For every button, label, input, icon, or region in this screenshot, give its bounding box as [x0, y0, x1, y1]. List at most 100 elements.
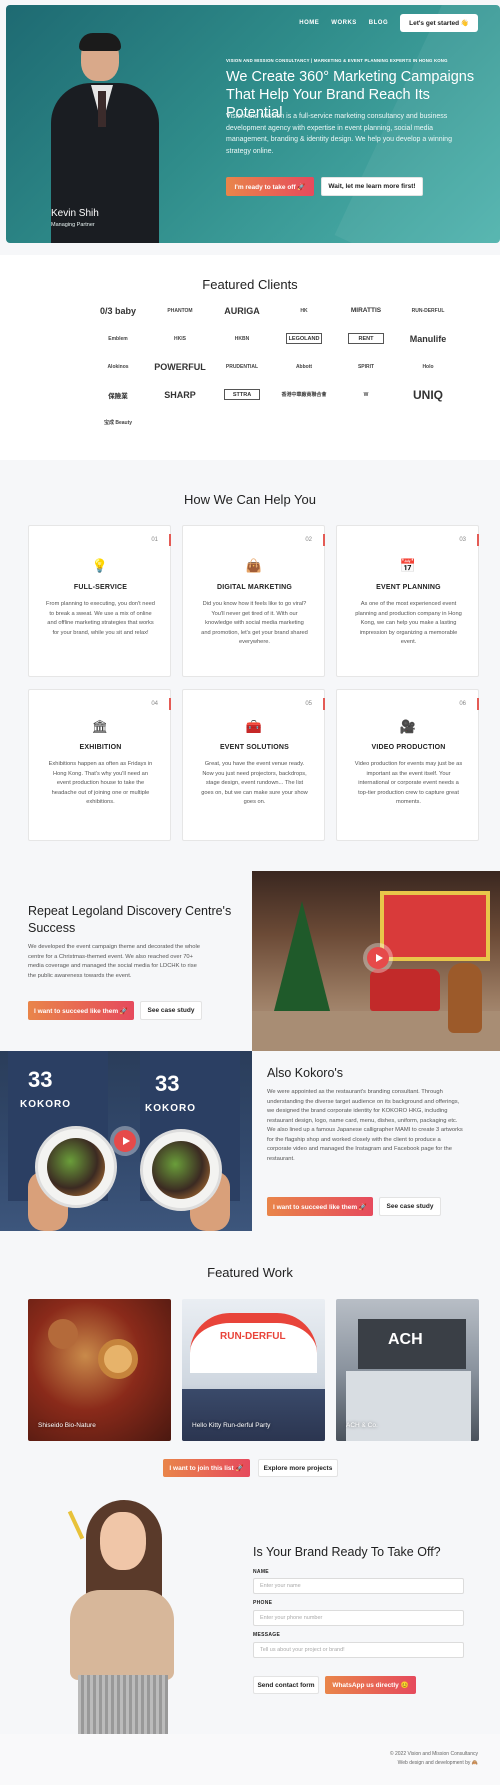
client-logo: PRUDENTIAL: [225, 363, 259, 370]
service-title: EVENT PLANNING: [376, 584, 441, 591]
contact-title: Is Your Brand Ready To Take Off?: [253, 1545, 441, 1559]
service-card-full-service: 01 💡 FULL-SERVICE From planning to execu…: [28, 525, 171, 677]
case-legoland-description: We developed the event campaign theme an…: [28, 944, 200, 979]
hero-kicker: VISION AND MISSION CONSULTANCY | MARKETI…: [226, 58, 448, 63]
work-card[interactable]: Shiseido Bio-Nature: [28, 1299, 171, 1441]
client-logo: Alokinos: [107, 363, 129, 370]
hero-section: HOME WORKS BLOG Let's get started 👋 Kevi…: [6, 5, 500, 243]
service-title: EXHIBITION: [79, 744, 122, 751]
join-this-list-button[interactable]: I want to join this list 🚀: [163, 1459, 250, 1477]
service-number: 05: [305, 701, 312, 707]
bag-icon: 👜: [245, 558, 263, 573]
client-logo: Abbott: [295, 363, 313, 370]
clients-title: Featured Clients: [202, 277, 298, 292]
service-number: 04: [151, 701, 158, 707]
service-card-event-solutions: 05 🧰 EVENT SOLUTIONS Great, you have the…: [182, 689, 325, 841]
client-logo: STTRA: [224, 389, 260, 400]
client-logo: 宝成 Beauty: [103, 420, 133, 426]
service-description: Did you know how it feels like to go vir…: [201, 601, 308, 646]
calendar-icon: 📅: [399, 558, 417, 573]
client-logo: Holo: [422, 363, 434, 370]
whatsapp-button[interactable]: WhatsApp us directly 😊: [325, 1676, 416, 1694]
client-logo: POWERFUL: [154, 361, 206, 372]
phone-input[interactable]: [253, 1610, 464, 1626]
service-title: EVENT SOLUTIONS: [219, 744, 290, 751]
lightbulb-icon: 💡: [91, 558, 109, 573]
service-number: 02: [305, 537, 312, 543]
service-title: DIGITAL MARKETING: [216, 584, 293, 591]
client-logo: 香港中華廠商聯合會: [281, 392, 327, 398]
client-logo: PHANTOM: [167, 307, 193, 314]
name-label: NAME: [253, 1569, 269, 1575]
send-contact-form-button[interactable]: Send contact form: [253, 1676, 319, 1694]
service-card-event-planning: 03 📅 EVENT PLANNING As one of the most e…: [336, 525, 479, 677]
service-description: Exhibitions happen as often as Fridays i…: [48, 761, 153, 806]
case-kokoro-description: We were appointed as the restaurant's br…: [267, 1089, 463, 1162]
see-case-study-button-2[interactable]: See case study: [379, 1197, 441, 1216]
service-number: 06: [459, 701, 466, 707]
accent-bar: [169, 698, 171, 710]
top-nav: HOME WORKS BLOG Let's get started 👋: [299, 14, 478, 32]
toolbox-icon: 🧰: [245, 719, 263, 734]
work-label: Hello Kitty Run-derful Party: [192, 1422, 271, 1429]
accent-bar: [323, 534, 325, 546]
client-logo: LEGOLAND: [286, 333, 322, 344]
client-logo: Manulife: [409, 333, 447, 344]
featured-work-grid: Shiseido Bio-Nature Hello Kitty Run-derf…: [28, 1299, 479, 1441]
succeed-like-them-button-2[interactable]: I want to succeed like them 🚀: [267, 1197, 373, 1216]
service-number: 03: [459, 537, 466, 543]
succeed-like-them-button[interactable]: I want to succeed like them 🚀: [28, 1001, 134, 1020]
see-case-study-button[interactable]: See case study: [140, 1001, 202, 1020]
client-logo: MIRATTIS: [350, 307, 382, 314]
service-card-exhibition: 04 🏛 EXHIBITION Exhibitions happen as of…: [28, 689, 171, 841]
service-card-video-production: 06 🎥 VIDEO PRODUCTION Video production f…: [336, 689, 479, 841]
services-grid: 01 💡 FULL-SERVICE From planning to execu…: [28, 525, 479, 841]
client-logo: HKBN: [234, 335, 250, 342]
client-logo: RUN-DERFUL: [411, 307, 445, 314]
client-logo: 0/3 baby: [99, 305, 137, 316]
hero-description: Vision and Mission is a full-service mar…: [226, 113, 452, 155]
work-label: ACH & Co.: [346, 1422, 378, 1429]
exhibition-icon: 🏛: [91, 719, 109, 734]
ready-to-take-off-button[interactable]: I'm ready to take off 🚀: [226, 177, 314, 196]
footer-credit: Web design and development by 🙈: [397, 1760, 478, 1766]
phone-label: PHONE: [253, 1600, 273, 1606]
featured-work-title: Featured Work: [207, 1265, 293, 1280]
name-input[interactable]: [253, 1578, 464, 1594]
client-logo: UNIQ: [413, 387, 443, 402]
client-logo-grid: 0/3 baby PHANTOM AURIGA HK MIRATTIS RUN-…: [92, 303, 454, 430]
accent-bar: [323, 698, 325, 710]
service-title: VIDEO PRODUCTION: [371, 744, 446, 751]
nav-home[interactable]: HOME: [299, 20, 319, 26]
client-logo: SHARP: [164, 389, 196, 400]
hero-person-role: Managing Partner: [51, 222, 95, 228]
footer-copyright: © 2022 Vision and Mission Consultancy: [389, 1751, 478, 1757]
message-label: MESSAGE: [253, 1632, 281, 1638]
service-description: As one of the most experienced event pla…: [355, 601, 462, 646]
service-description: Great, you have the event venue ready. N…: [201, 761, 308, 806]
client-logo: RENT: [348, 333, 384, 344]
explore-more-projects-button[interactable]: Explore more projects: [258, 1459, 338, 1477]
work-card[interactable]: Hello Kitty Run-derful Party: [182, 1299, 325, 1441]
service-description: From planning to executing, you don't ne…: [46, 601, 155, 636]
play-video-button[interactable]: [114, 1130, 136, 1152]
legoland-event-photo: [252, 871, 500, 1051]
play-video-button[interactable]: [367, 947, 389, 969]
client-logo: Emblem: [108, 335, 128, 342]
case-kokoro-title: Also Kokoro's: [267, 1066, 344, 1080]
client-logo: W: [363, 391, 369, 398]
client-logo: AURIGA: [224, 305, 260, 316]
client-logo: HK: [300, 307, 308, 314]
learn-more-button[interactable]: Wait, let me learn more first!: [321, 177, 423, 196]
nav-works[interactable]: WORKS: [331, 20, 357, 26]
service-number: 01: [151, 537, 158, 543]
case-legoland-title: Repeat Legoland Discovery Centre's Succe…: [28, 904, 232, 935]
work-card[interactable]: ACH & Co.: [336, 1299, 479, 1441]
nav-blog[interactable]: BLOG: [369, 20, 388, 26]
client-logo: HKIS: [174, 335, 186, 342]
message-input[interactable]: [253, 1642, 464, 1658]
accent-bar: [477, 534, 479, 546]
get-started-button[interactable]: Let's get started 👋: [400, 14, 478, 32]
work-label: Shiseido Bio-Nature: [38, 1422, 96, 1429]
client-logo: 保險業: [108, 392, 128, 400]
